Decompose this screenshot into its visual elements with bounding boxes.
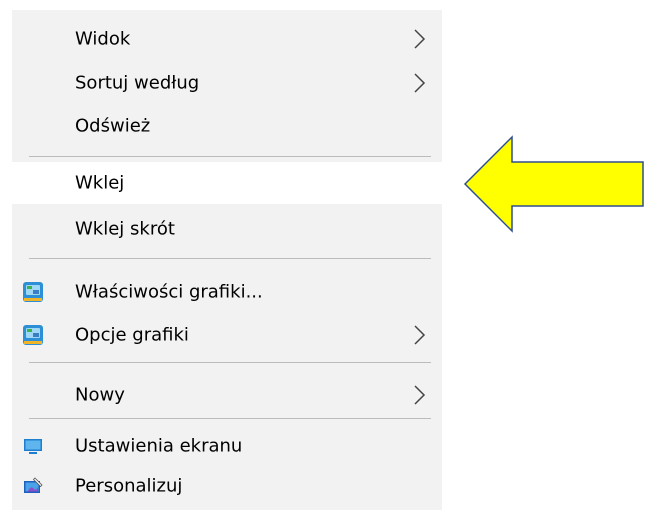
- intel-graphics-icon: [23, 282, 43, 302]
- menu-item-graphics-properties[interactable]: Właściwości grafiki...: [12, 271, 442, 313]
- menu-separator: [29, 258, 431, 259]
- chevron-right-icon: [414, 73, 426, 93]
- menu-item-label: Wklej skrót: [75, 218, 175, 240]
- menu-item-label: Personalizuj: [75, 475, 183, 497]
- personalize-icon: [24, 477, 43, 493]
- menu-item-display-settings[interactable]: Ustawienia ekranu: [12, 425, 442, 467]
- menu-item-label: Sortuj według: [75, 72, 200, 94]
- menu-item-paste-shortcut[interactable]: Wklej skrót: [12, 208, 442, 250]
- menu-item-label: Odśwież: [75, 115, 151, 137]
- annotation-arrow: [463, 135, 644, 233]
- menu-item-label: Wklej: [75, 172, 125, 194]
- menu-separator: [29, 156, 431, 157]
- menu-item-personalize[interactable]: Personalizuj: [12, 465, 442, 507]
- menu-item-new[interactable]: Nowy: [12, 374, 442, 416]
- desktop-context-menu: Widok Sortuj według Odśwież Wklej Wklej …: [12, 10, 442, 510]
- menu-item-graphics-options[interactable]: Opcje grafiki: [12, 314, 442, 356]
- menu-separator: [29, 362, 431, 363]
- menu-item-label: Widok: [75, 28, 131, 50]
- menu-item-label: Ustawienia ekranu: [75, 435, 243, 457]
- menu-item-label: Nowy: [75, 384, 125, 406]
- chevron-right-icon: [414, 325, 426, 345]
- menu-item-label: Opcje grafiki: [75, 324, 189, 346]
- menu-item-paste[interactable]: Wklej: [12, 162, 442, 204]
- menu-item-sort-by[interactable]: Sortuj według: [12, 62, 442, 104]
- chevron-right-icon: [414, 385, 426, 405]
- menu-separator: [29, 418, 431, 419]
- screenshot-stage: Widok Sortuj według Odśwież Wklej Wklej …: [0, 0, 645, 510]
- menu-item-view[interactable]: Widok: [12, 18, 442, 60]
- chevron-right-icon: [414, 29, 426, 49]
- menu-item-refresh[interactable]: Odśwież: [12, 105, 442, 147]
- intel-graphics-icon: [23, 325, 43, 345]
- menu-item-label: Właściwości grafiki...: [75, 281, 263, 303]
- monitor-icon: [24, 439, 42, 454]
